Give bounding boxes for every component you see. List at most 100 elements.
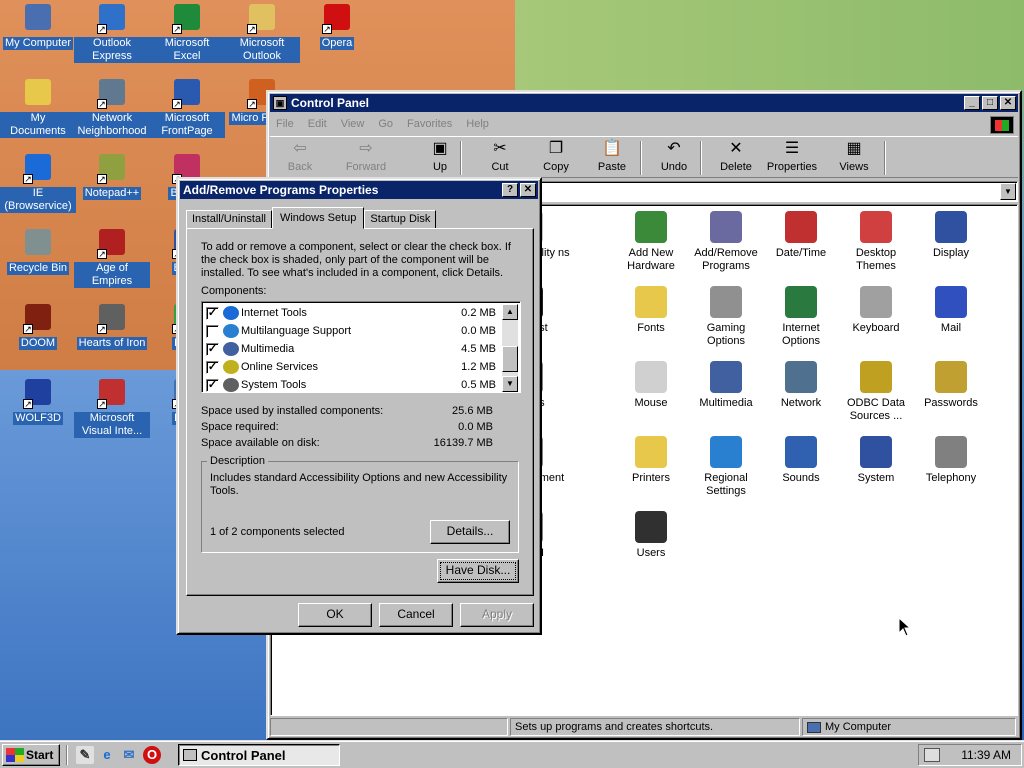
- components-scrollbar[interactable]: ▲ ▼: [502, 304, 518, 392]
- desktop-icon-label: DOOM: [18, 337, 58, 350]
- desktop-icon[interactable]: ↗ Notepad++: [74, 152, 150, 200]
- status-text: Sets up programs and creates shortcuts.: [510, 718, 800, 736]
- toolbar-button-label: Cut: [491, 161, 509, 173]
- desktop-icon[interactable]: ↗ Outlook Express: [74, 2, 150, 63]
- control-panel-item[interactable]: Mouse: [614, 361, 688, 410]
- control-panel-item[interactable]: Users: [614, 511, 688, 560]
- component-row[interactable]: ✓ System Tools 0.5 MB: [204, 376, 502, 394]
- control-panel-item[interactable]: Keyboard: [839, 286, 913, 335]
- taskbar-control-panel-button[interactable]: Control Panel: [178, 744, 340, 766]
- maximize-button[interactable]: □: [982, 96, 998, 110]
- control-panel-item[interactable]: Add/Remove Programs: [689, 211, 763, 273]
- ok-button[interactable]: OK: [298, 603, 372, 627]
- control-panel-item[interactable]: Telephony: [914, 436, 988, 485]
- component-row[interactable]: Multilanguage Support 0.0 MB: [204, 322, 502, 340]
- delete-x-icon: ✕: [729, 140, 743, 157]
- control-panel-item[interactable]: Passwords: [914, 361, 988, 410]
- desktop-icon[interactable]: ↗ DOOM: [0, 302, 76, 350]
- control-panel-item[interactable]: Multimedia: [689, 361, 763, 410]
- menu-view[interactable]: View: [341, 118, 365, 130]
- quicklaunch-opera-icon[interactable]: O: [143, 746, 161, 764]
- control-panel-item[interactable]: Mail: [914, 286, 988, 335]
- desktop-icon[interactable]: ↗ IE (Browservice): [0, 152, 76, 213]
- toolbar-undo-button[interactable]: ↶ Undo: [648, 139, 700, 173]
- toolbar-back-button[interactable]: ⇦ Back: [274, 139, 326, 173]
- component-checkbox[interactable]: [206, 324, 219, 338]
- control-panel-item[interactable]: Gaming Options: [689, 286, 763, 348]
- scroll-up-button[interactable]: ▲: [502, 304, 518, 320]
- control-panel-item[interactable]: System: [839, 436, 913, 485]
- scroll-down-button[interactable]: ▼: [502, 376, 518, 392]
- toolbar-up-button[interactable]: ▣ Up: [414, 139, 466, 173]
- component-row[interactable]: ✓ Internet Tools 0.2 MB: [204, 304, 502, 322]
- have-disk-button[interactable]: Have Disk...: [437, 559, 519, 583]
- control-panel-titlebar[interactable]: ▣ Control Panel _ □ ✕: [270, 94, 1018, 112]
- details-button[interactable]: Details...: [430, 520, 510, 544]
- dialog-titlebar[interactable]: Add/Remove Programs Properties ? ✕: [180, 181, 538, 199]
- quicklaunch-ie-icon[interactable]: e: [98, 746, 116, 764]
- control-panel-item[interactable]: Add New Hardware: [614, 211, 688, 273]
- control-panel-item[interactable]: Network: [764, 361, 838, 410]
- menu-go[interactable]: Go: [378, 118, 393, 130]
- desktop-icon[interactable]: My Computer: [0, 2, 76, 50]
- components-list[interactable]: ✓ System Tools 0.5 MB ✓ Online Services 1.2 M…: [201, 301, 521, 393]
- desktop-icon-label: IE (Browservice): [0, 187, 76, 213]
- control-panel-item[interactable]: ODBC Data Sources ...: [839, 361, 913, 423]
- menu-favorites[interactable]: Favorites: [407, 118, 452, 130]
- toolbar-delete-button[interactable]: ✕ Delete: [710, 139, 762, 173]
- control-panel-item[interactable]: Sounds: [764, 436, 838, 485]
- toolbar-paste-button[interactable]: 📋 Paste: [586, 139, 638, 173]
- control-panel-item[interactable]: Desktop Themes: [839, 211, 913, 273]
- address-dropdown-button[interactable]: ▼: [1000, 183, 1016, 200]
- desktop-icon[interactable]: Recycle Bin: [0, 227, 76, 275]
- tab-windows-setup[interactable]: Windows Setup: [271, 207, 365, 229]
- desktop-icon[interactable]: ↗ Network Neighborhood: [74, 77, 150, 138]
- tab-install-uninstall[interactable]: Install/Uninstall: [186, 210, 272, 229]
- desktop-icon[interactable]: My Documents: [0, 77, 76, 138]
- desktop-icon[interactable]: ↗ Microsoft Visual Inte...: [74, 377, 150, 438]
- icon-graphic: [25, 79, 51, 105]
- control-panel-item[interactable]: Regional Settings: [689, 436, 763, 498]
- control-panel-item[interactable]: Fonts: [614, 286, 688, 335]
- desktop-icon[interactable]: ↗ Opera: [299, 2, 375, 50]
- dialog-close-button[interactable]: ✕: [520, 183, 536, 197]
- scroll-thumb[interactable]: [502, 346, 518, 372]
- desktop-icon[interactable]: ↗ Microsoft Excel: [149, 2, 225, 63]
- apply-button[interactable]: Apply: [460, 603, 534, 627]
- menu-help[interactable]: Help: [466, 118, 489, 130]
- help-button[interactable]: ?: [502, 183, 518, 197]
- quicklaunch-outlook-express-icon[interactable]: ✉: [120, 746, 138, 764]
- toolbar-copy-button[interactable]: ❐ Copy: [530, 139, 582, 173]
- menu-edit[interactable]: Edit: [308, 118, 327, 130]
- desktop-icon[interactable]: ↗ Age of Empires: [74, 227, 150, 288]
- desktop-icon[interactable]: ↗ Microsoft Outlook: [224, 2, 300, 63]
- address-bar[interactable]: ▼: [518, 181, 1018, 202]
- toolbar-cut-button[interactable]: ✂ Cut: [474, 139, 526, 173]
- cancel-button[interactable]: Cancel: [379, 603, 453, 627]
- minimize-button[interactable]: _: [964, 96, 980, 110]
- start-button[interactable]: Start: [2, 744, 60, 766]
- component-checkbox[interactable]: ✓: [206, 378, 219, 392]
- component-checkbox[interactable]: ✓: [206, 360, 219, 374]
- control-panel-item[interactable]: Internet Options: [764, 286, 838, 348]
- tray-display-icon[interactable]: [924, 748, 940, 762]
- desktop-icon[interactable]: ↗ Hearts of Iron: [74, 302, 150, 350]
- component-row[interactable]: ✓ Online Services 1.2 MB: [204, 358, 502, 376]
- close-button[interactable]: ✕: [1000, 96, 1016, 110]
- quicklaunch-show-desktop-icon[interactable]: ✎: [76, 746, 94, 764]
- toolbar-forward-button[interactable]: ⇨ Forward: [340, 139, 392, 173]
- tab-startup-disk[interactable]: Startup Disk: [364, 210, 437, 229]
- component-row[interactable]: ✓ Multimedia 4.5 MB: [204, 340, 502, 358]
- control-panel-item[interactable]: Display: [914, 211, 988, 260]
- control-panel-item[interactable]: Printers: [614, 436, 688, 485]
- control-panel-item-label: Sounds: [782, 472, 820, 484]
- toolbar-properties-button[interactable]: ☰ Properties: [766, 139, 818, 173]
- clock[interactable]: 11:39 AM: [961, 748, 1011, 762]
- component-checkbox[interactable]: ✓: [206, 342, 219, 356]
- component-checkbox[interactable]: ✓: [206, 306, 219, 320]
- menu-file[interactable]: File: [276, 118, 294, 130]
- toolbar-views-button[interactable]: ▦ Views: [828, 139, 880, 173]
- desktop-icon[interactable]: ↗ WOLF3D: [0, 377, 76, 425]
- control-panel-item[interactable]: Date/Time: [764, 211, 838, 260]
- desktop-icon[interactable]: ↗ Microsoft FrontPage: [149, 77, 225, 138]
